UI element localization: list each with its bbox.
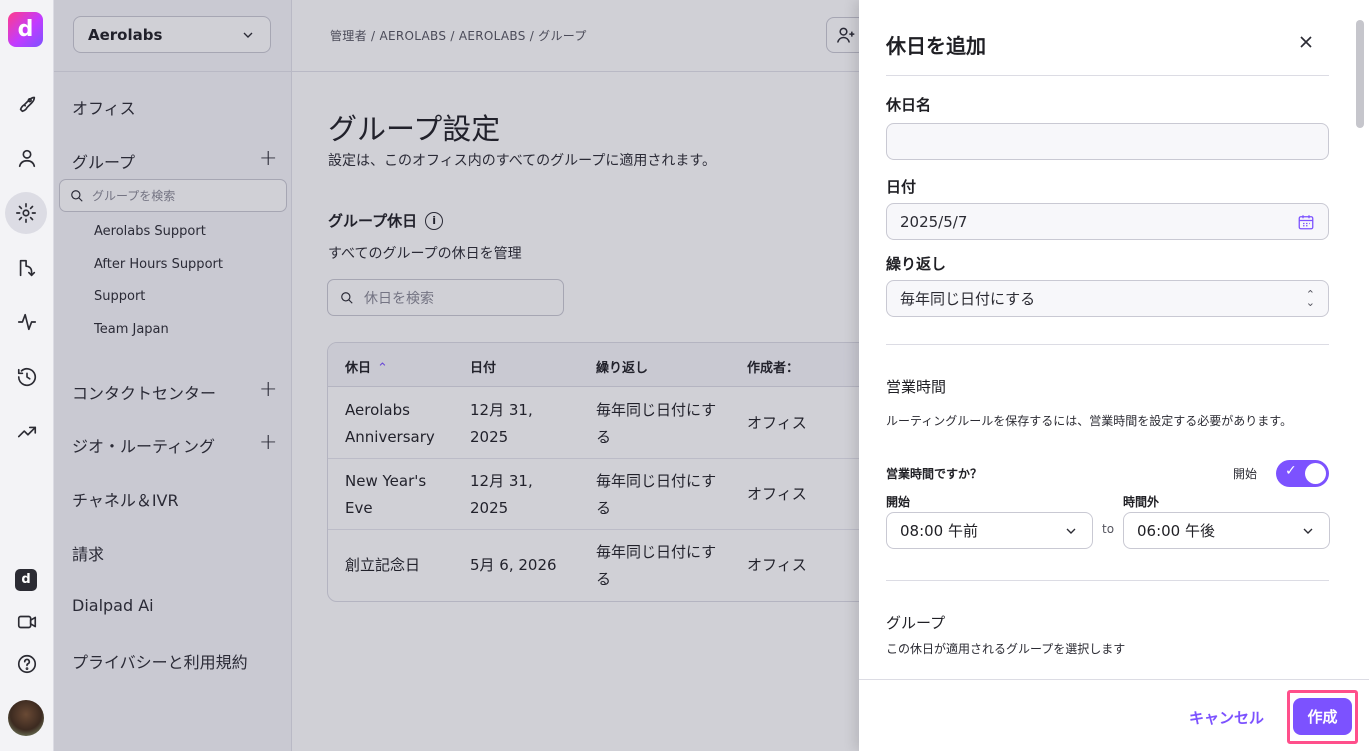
drawer-title: 休日を追加 — [886, 34, 986, 58]
chevron-down-icon — [1066, 528, 1076, 534]
group-section-title: グループ — [886, 614, 946, 632]
calendar-icon[interactable] — [1297, 213, 1315, 231]
dialpad-ai-icon[interactable]: d — [15, 569, 37, 591]
activity-icon[interactable] — [13, 308, 41, 336]
drawer-footer: キャンセル 作成 — [859, 679, 1369, 751]
start-time-value: 08:00 午前 — [900, 522, 978, 540]
check-icon: ✓ — [1285, 463, 1297, 479]
date-input[interactable]: 2025/5/7 — [886, 203, 1329, 240]
modal-backdrop[interactable] — [54, 0, 859, 751]
toggle-knob — [1305, 463, 1326, 484]
group-section-description: この休日が適用されるグループを選択します — [886, 642, 1126, 656]
start-time-select[interactable]: 08:00 午前 — [886, 512, 1093, 549]
divider — [886, 344, 1329, 345]
business-hours-title: 営業時間 — [886, 378, 947, 396]
create-button[interactable]: 作成 — [1293, 698, 1352, 735]
repeat-select[interactable]: 毎年同じ日付にする ⌃ ⌄ — [886, 280, 1329, 317]
start-time-label: 開始 — [886, 495, 911, 509]
divider — [886, 580, 1329, 581]
cancel-button[interactable]: キャンセル — [1189, 707, 1264, 728]
add-holiday-drawer: 休日を追加 休日名 日付 2025/5/7 繰り返し 毎年同じ日付にする ⌃ ⌄ … — [859, 0, 1369, 751]
rocket-icon[interactable] — [13, 89, 41, 117]
chevron-down-icon — [1303, 528, 1313, 534]
holiday-name-label: 休日名 — [886, 96, 932, 114]
user-avatar[interactable] — [8, 700, 44, 736]
app-rail: d d — [0, 0, 54, 751]
divider — [886, 75, 1329, 76]
video-icon[interactable] — [13, 608, 41, 636]
repeat-value: 毎年同じ日付にする — [900, 290, 1036, 308]
updown-chevron-icon: ⌃ ⌄ — [1305, 287, 1315, 309]
business-hours-description: ルーティングルールを保存するには、営業時間を設定する必要があります。 — [886, 414, 1293, 428]
date-label: 日付 — [886, 178, 917, 196]
repeat-label: 繰り返し — [886, 255, 947, 273]
gear-icon[interactable] — [5, 192, 47, 234]
person-icon[interactable] — [13, 144, 41, 172]
to-label: to — [1102, 522, 1115, 536]
end-time-value: 06:00 午後 — [1137, 522, 1215, 540]
toggle-label: 開始 — [1233, 467, 1258, 481]
close-icon[interactable] — [1296, 32, 1316, 52]
history-icon[interactable] — [13, 363, 41, 391]
holiday-name-input[interactable] — [886, 123, 1329, 160]
routing-icon[interactable] — [13, 254, 41, 282]
date-value: 2025/5/7 — [900, 212, 968, 231]
business-hours-question: 営業時間ですか？ — [886, 467, 983, 481]
help-icon[interactable] — [13, 650, 41, 678]
end-time-select[interactable]: 06:00 午後 — [1123, 512, 1330, 549]
business-hours-toggle[interactable]: ✓ — [1276, 460, 1329, 487]
end-time-label: 時間外 — [1123, 495, 1160, 509]
trending-icon[interactable] — [13, 418, 41, 446]
dialpad-logo[interactable]: d — [8, 12, 43, 47]
scrollbar-thumb[interactable] — [1356, 20, 1364, 128]
